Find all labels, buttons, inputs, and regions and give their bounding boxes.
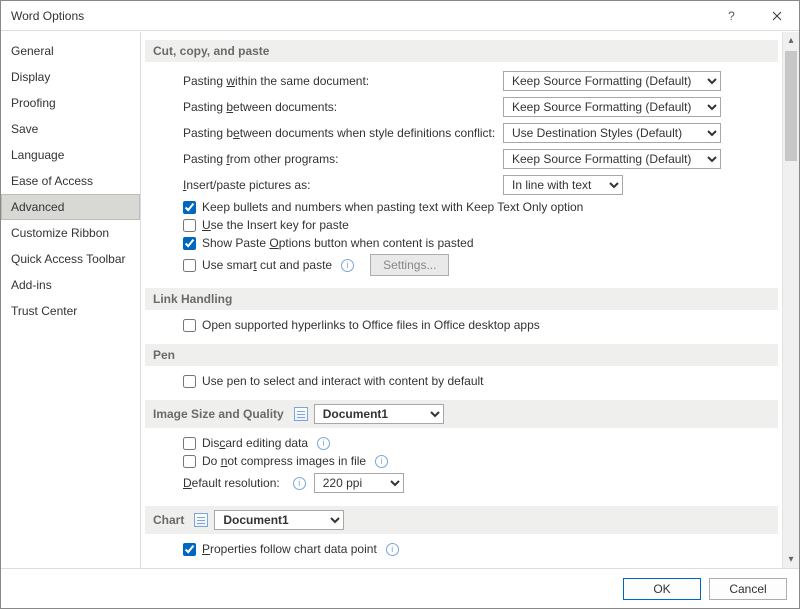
close-icon — [772, 11, 782, 21]
scroll-track[interactable] — [783, 49, 799, 551]
label-insert-pictures: Insert/paste pictures as: — [183, 178, 503, 192]
checkbox-no-compress[interactable] — [183, 455, 196, 468]
select-insert-pictures[interactable]: In line with text — [503, 175, 623, 195]
label-insert-key: Use the Insert key for paste — [202, 218, 349, 232]
titlebar: Word Options ? — [1, 1, 799, 31]
checkbox-chart-properties[interactable] — [183, 543, 196, 556]
info-icon[interactable]: i — [293, 477, 306, 490]
scroll-down-arrow[interactable]: ▾ — [783, 551, 799, 568]
dialog-title: Word Options — [1, 9, 84, 23]
label-keep-bullets: Keep bullets and numbers when pasting te… — [202, 200, 583, 214]
label-pasting-between: Pasting between documents: — [183, 100, 503, 114]
document-icon — [294, 407, 308, 421]
info-icon[interactable]: i — [375, 455, 388, 468]
sidebar-item-ease-of-access[interactable]: Ease of Access — [1, 168, 140, 194]
dialog-footer: OK Cancel — [1, 568, 799, 608]
label-pasting-other: Pasting from other programs: — [183, 152, 503, 166]
sidebar-item-general[interactable]: General — [1, 38, 140, 64]
select-pasting-other[interactable]: Keep Source Formatting (Default) — [503, 149, 721, 169]
label-discard-editing: Discard editing data — [202, 436, 308, 450]
content-pane: Cut, copy, and paste Pasting within the … — [141, 32, 782, 568]
info-icon[interactable]: i — [386, 543, 399, 556]
label-smart-cut-paste: Use smart cut and paste — [202, 258, 332, 272]
label-open-hyperlinks: Open supported hyperlinks to Office file… — [202, 318, 540, 332]
vertical-scrollbar[interactable]: ▴ ▾ — [782, 32, 799, 568]
sidebar-item-customize-ribbon[interactable]: Customize Ribbon — [1, 220, 140, 246]
select-pasting-between[interactable]: Keep Source Formatting (Default) — [503, 97, 721, 117]
section-chart: Chart Document1 — [145, 506, 778, 534]
checkbox-smart-cut-paste[interactable] — [183, 259, 196, 272]
settings-button: Settings... — [370, 254, 449, 276]
scroll-thumb[interactable] — [785, 51, 797, 161]
sidebar-item-proofing[interactable]: Proofing — [1, 90, 140, 116]
info-icon[interactable]: i — [317, 437, 330, 450]
checkbox-discard-editing[interactable] — [183, 437, 196, 450]
ok-button[interactable]: OK — [623, 578, 701, 600]
info-icon[interactable]: i — [341, 259, 354, 272]
help-button[interactable]: ? — [709, 1, 754, 31]
section-cut-copy-paste: Cut, copy, and paste — [145, 40, 778, 62]
cancel-button[interactable]: Cancel — [709, 578, 787, 600]
word-options-dialog: Word Options ? General Display Proofing … — [0, 0, 800, 609]
sidebar-item-language[interactable]: Language — [1, 142, 140, 168]
label-chart-properties: Properties follow chart data point — [202, 542, 377, 556]
checkbox-insert-key[interactable] — [183, 219, 196, 232]
select-chart-document[interactable]: Document1 — [214, 510, 344, 530]
sidebar-item-display[interactable]: Display — [1, 64, 140, 90]
label-pasting-conflict: Pasting between documents when style def… — [183, 126, 503, 140]
label-default-resolution: Default resolution: — [183, 476, 280, 490]
checkbox-show-paste-options[interactable] — [183, 237, 196, 250]
select-default-resolution[interactable]: 220 ppi — [314, 473, 404, 493]
label-pasting-within: Pasting within the same document: — [183, 74, 503, 88]
section-image-size-quality: Image Size and Quality Document1 — [145, 400, 778, 428]
select-image-document[interactable]: Document1 — [314, 404, 444, 424]
checkbox-keep-bullets[interactable] — [183, 201, 196, 214]
sidebar-item-save[interactable]: Save — [1, 116, 140, 142]
document-icon — [194, 513, 208, 527]
close-button[interactable] — [754, 1, 799, 31]
checkbox-open-hyperlinks[interactable] — [183, 319, 196, 332]
scroll-up-arrow[interactable]: ▴ — [783, 32, 799, 49]
label-no-compress: Do not compress images in file — [202, 454, 366, 468]
label-show-paste-options: Show Paste Options button when content i… — [202, 236, 474, 250]
sidebar: General Display Proofing Save Language E… — [1, 32, 141, 568]
section-pen: Pen — [145, 344, 778, 366]
section-link-handling: Link Handling — [145, 288, 778, 310]
sidebar-item-trust-center[interactable]: Trust Center — [1, 298, 140, 324]
sidebar-item-advanced[interactable]: Advanced — [1, 194, 140, 220]
label-use-pen: Use pen to select and interact with cont… — [202, 374, 484, 388]
select-pasting-within[interactable]: Keep Source Formatting (Default) — [503, 71, 721, 91]
sidebar-item-quick-access-toolbar[interactable]: Quick Access Toolbar — [1, 246, 140, 272]
select-pasting-conflict[interactable]: Use Destination Styles (Default) — [503, 123, 721, 143]
sidebar-item-add-ins[interactable]: Add-ins — [1, 272, 140, 298]
checkbox-use-pen[interactable] — [183, 375, 196, 388]
